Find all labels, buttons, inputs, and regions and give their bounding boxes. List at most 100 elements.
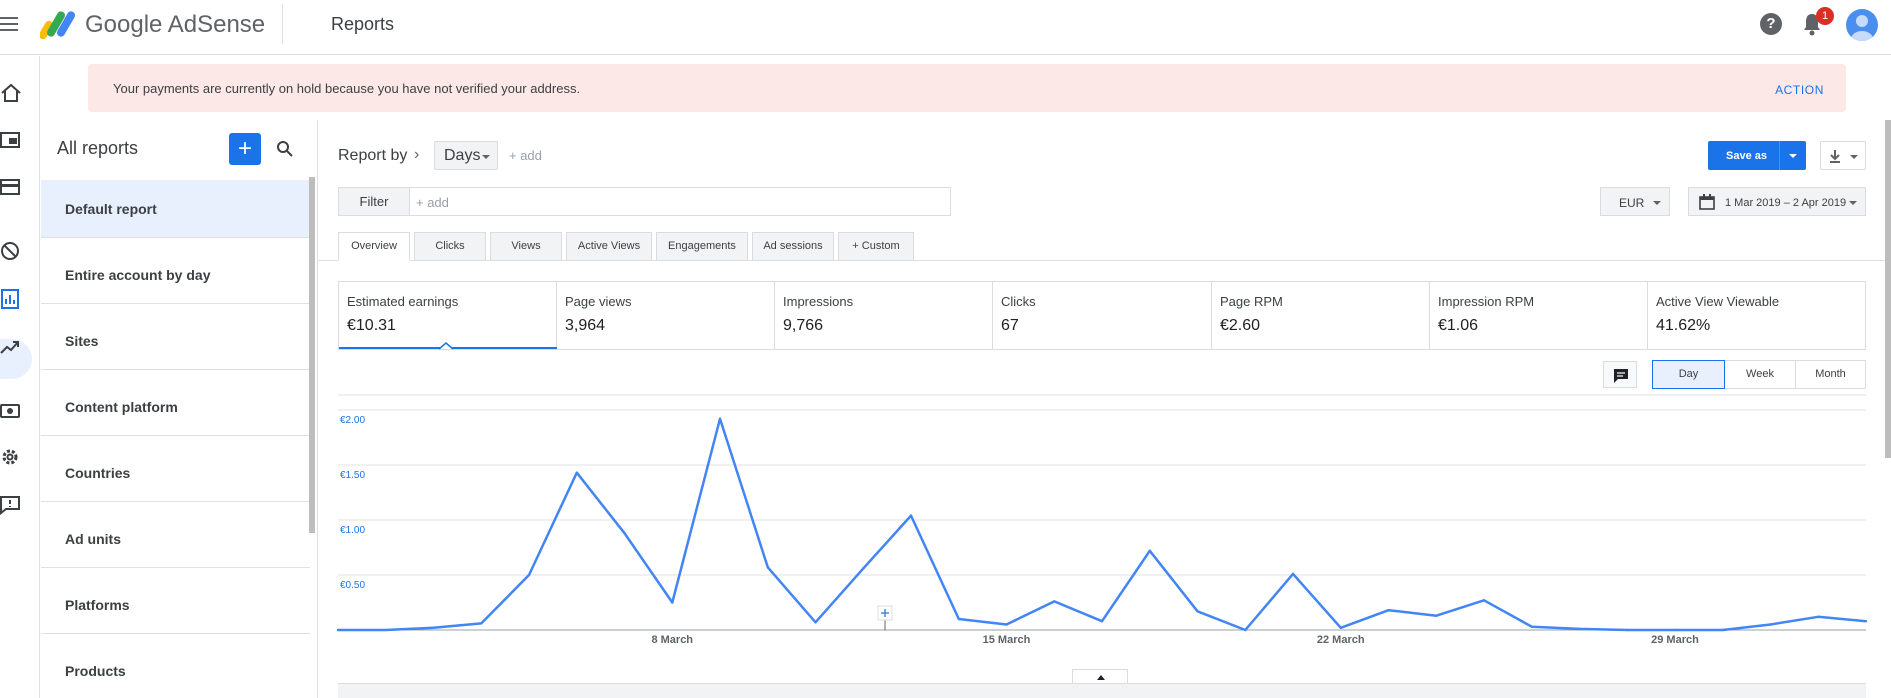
metric-card-estimated-earnings[interactable]: Estimated earnings €10.31 — [339, 282, 557, 349]
tab-active-views[interactable]: Active Views — [566, 232, 652, 261]
data-point — [957, 617, 960, 621]
tab-engagements[interactable]: Engagements — [656, 232, 748, 261]
granularity-toggle: Day Week Month — [1652, 360, 1866, 389]
report-item-countries[interactable]: Countries — [41, 444, 310, 502]
metric-card-page-rpm[interactable]: Page RPM €2.60 — [1212, 282, 1430, 349]
data-point — [480, 622, 483, 625]
tab-ad-sessions[interactable]: Ad sessions — [752, 232, 834, 261]
metric-card-active-view-viewable[interactable]: Active View Viewable 41.62% — [1648, 282, 1865, 349]
metric-card-impression-rpm[interactable]: Impression RPM €1.06 — [1430, 282, 1648, 349]
data-point — [909, 514, 913, 517]
data-point — [1005, 623, 1008, 626]
data-point — [1482, 599, 1486, 602]
report-item-platforms[interactable]: Platforms — [41, 576, 310, 634]
save-as-button[interactable]: Save as — [1708, 141, 1806, 170]
date-range-dropdown[interactable]: 1 Mar 2019 – 2 Apr 2019 — [1688, 187, 1866, 216]
data-point — [575, 471, 578, 474]
brand-name: Google AdSense — [85, 11, 266, 38]
comment-icon — [1614, 369, 1628, 383]
dimension-value: Days — [444, 147, 481, 164]
download-icon — [1830, 150, 1858, 163]
earnings-chart-svg: €0.50 €1.00 €1.50 €2.00 8 March 15 March 22 Ma… — [336, 394, 1868, 646]
tab-views[interactable]: Views — [490, 232, 562, 261]
annotations-button[interactable] — [1603, 361, 1637, 388]
avatar[interactable] — [1846, 9, 1878, 41]
caret-down-icon — [482, 155, 490, 159]
ads-icon[interactable] — [0, 129, 22, 151]
feedback-icon[interactable] — [0, 494, 22, 516]
x-tick-label: 8 March — [651, 634, 693, 646]
metric-label: Impressions — [783, 294, 854, 309]
caret-down-icon[interactable] — [1789, 154, 1797, 158]
main-scrollbar[interactable] — [1885, 120, 1891, 458]
data-point — [1100, 620, 1104, 623]
payments-icon[interactable] — [0, 400, 22, 422]
metric-label: Estimated earnings — [347, 294, 459, 309]
payment-hold-alert: Your payments are currently on hold beca… — [88, 64, 1846, 112]
dimension-dropdown[interactable]: Days — [434, 141, 498, 170]
settings-icon[interactable] — [0, 446, 22, 468]
metric-cards: Estimated earnings €10.31 Page views 3,9… — [338, 281, 1866, 350]
currency-dropdown[interactable]: EUR — [1600, 187, 1670, 216]
data-point — [1291, 572, 1295, 576]
data-point — [718, 417, 722, 420]
metric-value: 67 — [1001, 317, 1019, 334]
reports-panel-title: All reports — [57, 138, 139, 158]
menu-icon[interactable] — [0, 14, 22, 34]
tab-custom[interactable]: + Custom — [838, 232, 914, 261]
granularity-day[interactable]: Day — [1652, 360, 1725, 389]
alert-action-button[interactable]: ACTION — [1775, 83, 1824, 97]
save-as-divider — [1779, 141, 1780, 170]
left-rail — [0, 56, 40, 698]
metric-value: 3,964 — [565, 317, 606, 334]
download-button[interactable] — [1820, 141, 1866, 170]
block-icon[interactable] — [0, 240, 22, 262]
tab-overview[interactable]: Overview — [338, 232, 410, 261]
report-item-products[interactable]: Products — [41, 642, 310, 698]
y-tick-label: €2.00 — [340, 415, 365, 426]
filter-input[interactable]: + add — [409, 187, 951, 216]
notification-badge: 1 — [1816, 7, 1834, 25]
caret-down-icon — [1849, 201, 1857, 205]
add-report-button[interactable]: + — [229, 133, 261, 165]
data-point — [766, 566, 769, 569]
data-point — [1769, 623, 1772, 626]
metric-value: 41.62% — [1656, 317, 1711, 334]
display-icon[interactable] — [0, 176, 22, 198]
y-tick-label: €0.50 — [340, 580, 365, 591]
data-point — [1721, 628, 1724, 632]
tab-clicks[interactable]: Clicks — [414, 232, 486, 261]
metric-card-impressions[interactable]: Impressions 9,766 — [775, 282, 993, 349]
x-tick-label: 29 March — [1651, 634, 1699, 646]
add-dimension-link[interactable]: + add — [509, 148, 542, 163]
data-point — [1339, 626, 1342, 629]
data-point — [1817, 615, 1820, 618]
report-item-entire-account[interactable]: Entire account by day — [41, 246, 310, 304]
granularity-month[interactable]: Month — [1796, 361, 1865, 388]
data-point — [1673, 628, 1677, 632]
currency-value: EUR — [1619, 196, 1645, 210]
data-point — [336, 628, 340, 632]
date-range-value: 1 Mar 2019 – 2 Apr 2019 — [1725, 197, 1847, 209]
optimization-icon[interactable] — [0, 336, 22, 358]
home-icon[interactable] — [0, 82, 22, 104]
earnings-chart: €0.50 €1.00 €1.50 €2.00 8 March 15 March 22 Ma… — [336, 394, 1868, 646]
help-icon[interactable]: ? — [1760, 13, 1782, 35]
save-as-label: Save as — [1726, 150, 1767, 162]
metric-card-page-views[interactable]: Page views 3,964 — [557, 282, 775, 349]
reports-icon[interactable] — [0, 288, 22, 310]
report-item-ad-units[interactable]: Ad units — [41, 510, 310, 568]
reports-scrollbar[interactable] — [309, 177, 315, 533]
data-point — [1578, 627, 1581, 631]
report-item-sites[interactable]: Sites — [41, 312, 310, 370]
report-item-default[interactable]: Default report — [41, 180, 310, 238]
granularity-week[interactable]: Week — [1725, 361, 1796, 388]
data-point — [384, 628, 387, 632]
calendar-icon — [1699, 194, 1715, 210]
data-point — [671, 601, 674, 604]
metric-card-clicks[interactable]: Clicks 67 — [993, 282, 1212, 349]
search-icon[interactable] — [274, 138, 296, 160]
metric-value: €2.60 — [1220, 317, 1261, 334]
report-item-content-platform[interactable]: Content platform — [41, 378, 310, 436]
filter-button[interactable]: Filter — [338, 187, 410, 216]
